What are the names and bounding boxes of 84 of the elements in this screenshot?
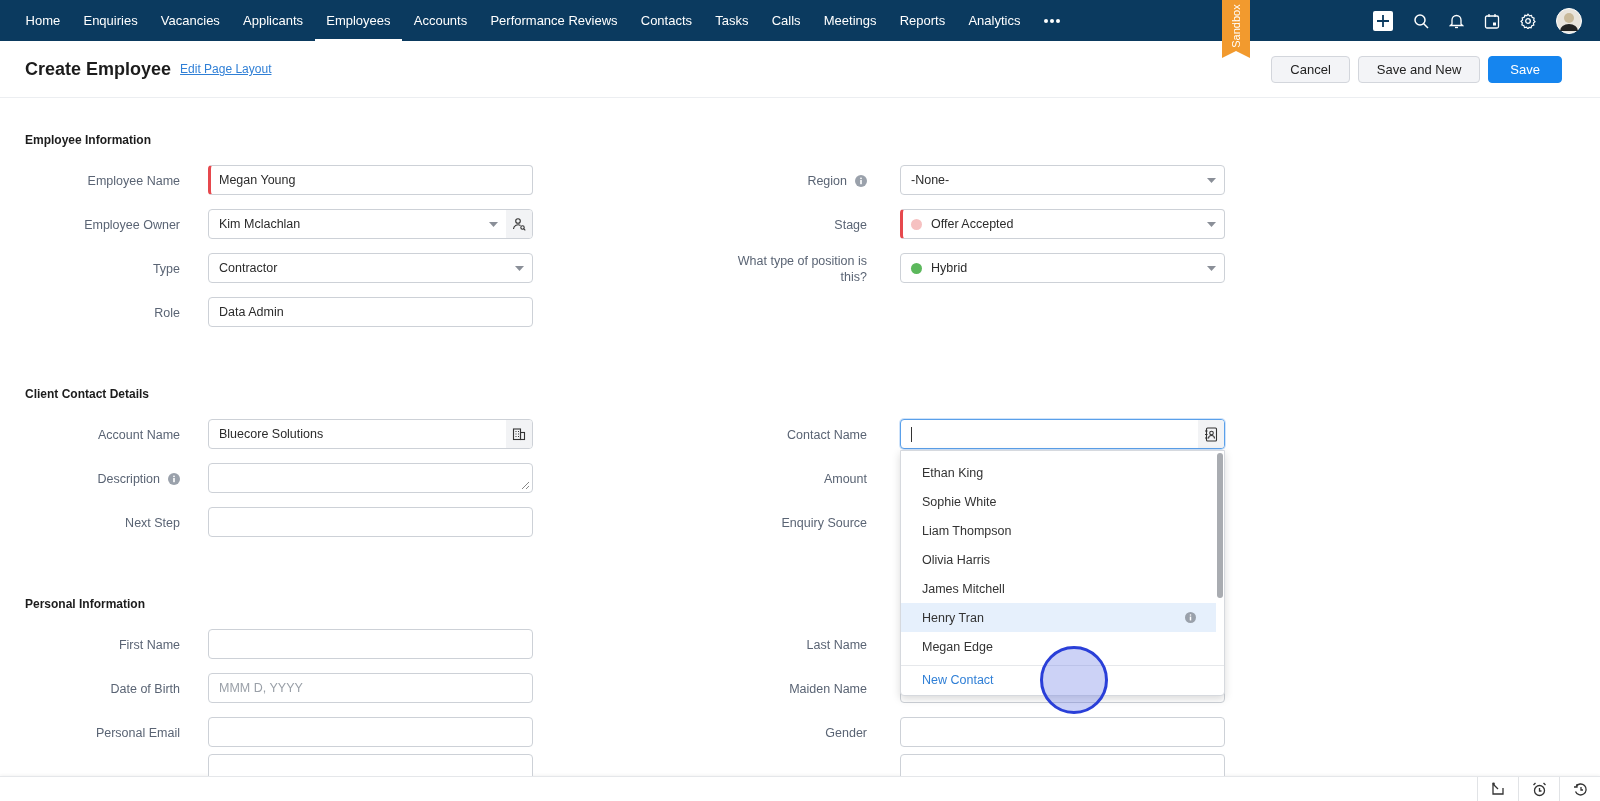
info-icon bbox=[168, 473, 180, 485]
field-label: Last Name bbox=[806, 637, 867, 653]
user-search-icon[interactable] bbox=[506, 210, 532, 238]
dropdown-caret-icon bbox=[489, 221, 498, 227]
field-label: Description bbox=[97, 471, 160, 487]
field-label: Enquiry Source bbox=[781, 515, 867, 531]
nav-tab[interactable]: Employees bbox=[314, 0, 403, 41]
header-button[interactable]: Cancel bbox=[1271, 55, 1350, 83]
more-icon[interactable] bbox=[1044, 17, 1061, 24]
contact-option[interactable]: Olivia Harris bbox=[901, 545, 1216, 574]
building-icon[interactable] bbox=[506, 420, 532, 448]
header-button[interactable]: Save and New bbox=[1357, 55, 1481, 83]
input-field[interactable]: Bluecore Solutions bbox=[208, 419, 533, 449]
field-label: First Name bbox=[118, 637, 180, 653]
page-title: Create Employee bbox=[25, 58, 172, 80]
field-label: Region bbox=[807, 173, 847, 189]
input-field[interactable]: Megan Young bbox=[208, 165, 533, 195]
select-field[interactable]: Contractor bbox=[208, 253, 533, 283]
contact-option[interactable]: Henry Tran bbox=[901, 603, 1216, 632]
input-field[interactable] bbox=[900, 754, 1225, 776]
field-label: Contact Name bbox=[787, 427, 867, 443]
nav-tab[interactable]: Enquiries bbox=[71, 0, 150, 41]
field-label: Next Step bbox=[125, 515, 180, 531]
section-title: Employee Information bbox=[25, 133, 152, 147]
contact-option[interactable]: Liam Thompson bbox=[901, 516, 1216, 545]
input-field[interactable] bbox=[208, 507, 533, 537]
field-label: Employee Owner bbox=[84, 217, 180, 233]
dropdown-caret-icon bbox=[1207, 221, 1216, 227]
header-button[interactable]: Save bbox=[1488, 55, 1562, 83]
field-label: Gender bbox=[825, 725, 867, 741]
contact-card-icon[interactable] bbox=[1198, 420, 1224, 448]
field-label: Personal Email bbox=[95, 725, 180, 741]
search-icon[interactable] bbox=[1413, 12, 1429, 29]
nav-tab[interactable]: Accounts bbox=[402, 0, 479, 41]
nav-tab[interactable]: Contacts bbox=[629, 0, 704, 41]
info-icon bbox=[855, 175, 867, 187]
contact-option[interactable]: Ethan King bbox=[901, 458, 1216, 487]
section-title: Personal Information bbox=[25, 597, 146, 611]
field-label: What type of position is this? bbox=[736, 253, 867, 285]
field-label: Amount bbox=[823, 471, 867, 487]
nav-tab[interactable]: Performance Reviews bbox=[478, 0, 630, 41]
avatar[interactable] bbox=[1556, 7, 1582, 34]
input-field[interactable]: Data Admin bbox=[208, 297, 533, 327]
field-label: Type bbox=[152, 261, 180, 277]
input-field[interactable] bbox=[208, 629, 533, 659]
field-label: Stage bbox=[834, 217, 867, 233]
field-label: Maiden Name bbox=[789, 681, 867, 697]
dropdown-caret-icon bbox=[1207, 265, 1216, 271]
edit-layout-link[interactable]: Edit Page Layout bbox=[180, 62, 272, 76]
contact-option[interactable]: Sophie White bbox=[901, 487, 1216, 516]
bell-icon[interactable] bbox=[1449, 12, 1464, 29]
contact-option[interactable]: Megan Edge bbox=[901, 632, 1216, 661]
nav-tab[interactable]: Analytics bbox=[956, 0, 1033, 41]
nav-tab[interactable]: Home bbox=[14, 0, 72, 41]
sandbox-ribbon: Sandbox bbox=[1222, 0, 1250, 58]
resize-grip-icon[interactable] bbox=[521, 481, 529, 489]
input-field[interactable] bbox=[900, 717, 1225, 747]
field-label: Date of Birth bbox=[110, 681, 180, 697]
text-cursor bbox=[911, 426, 912, 442]
field-label: Account Name bbox=[98, 427, 180, 443]
input-field[interactable]: Kim Mclachlan bbox=[208, 209, 533, 239]
nav-tab[interactable]: Calls bbox=[760, 0, 813, 41]
nav-tab[interactable]: Tasks bbox=[703, 0, 761, 41]
select-field[interactable]: Hybrid bbox=[900, 253, 1225, 283]
nav-tab[interactable]: Applicants bbox=[231, 0, 315, 41]
nav-tab[interactable]: Reports bbox=[888, 0, 957, 41]
dropdown-caret-icon bbox=[1207, 177, 1216, 183]
select-field[interactable]: -None- bbox=[900, 165, 1225, 195]
new-contact-link[interactable]: New Contact bbox=[901, 665, 1224, 695]
nav-tab[interactable]: Meetings bbox=[812, 0, 889, 41]
contact-option[interactable]: James Mitchell bbox=[901, 574, 1216, 603]
scrollbar-thumb[interactable] bbox=[1217, 453, 1223, 598]
add-icon[interactable] bbox=[1373, 10, 1393, 31]
field-label: Employee Name bbox=[87, 173, 180, 189]
dropdown-caret-icon bbox=[515, 265, 524, 271]
settings-icon[interactable] bbox=[1520, 12, 1536, 29]
section-title: Client Contact Details bbox=[25, 387, 150, 401]
field-label: Role bbox=[154, 305, 180, 321]
nav-tab[interactable]: Vacancies bbox=[149, 0, 232, 41]
input-field[interactable] bbox=[208, 717, 533, 747]
input-field[interactable] bbox=[900, 419, 1225, 449]
input-field[interactable] bbox=[208, 754, 533, 776]
select-field[interactable]: Offer Accepted bbox=[900, 209, 1225, 239]
calendar-icon[interactable] bbox=[1484, 12, 1500, 29]
